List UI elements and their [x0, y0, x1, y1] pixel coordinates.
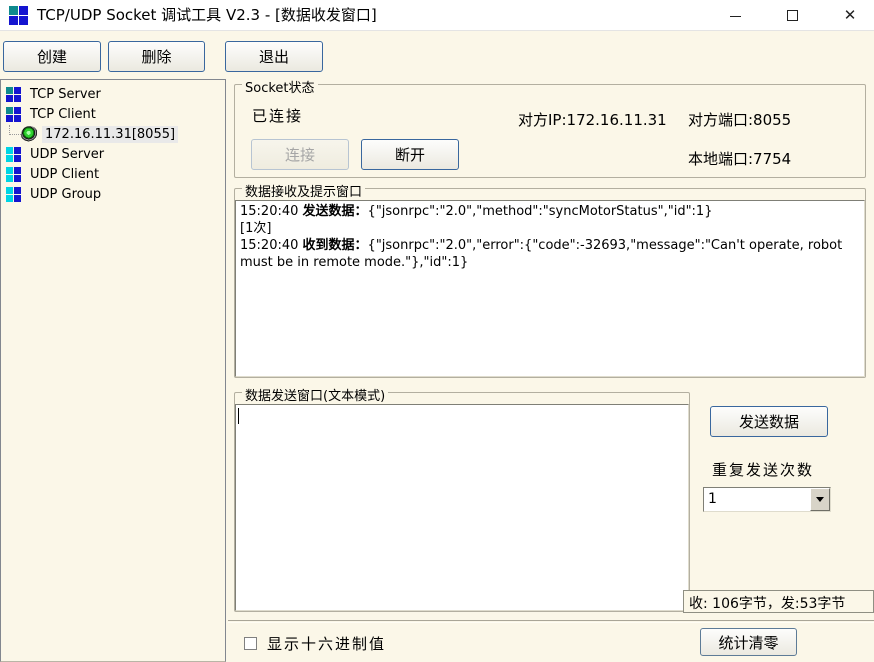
tree-item-udp-group[interactable]: UDP Group [1, 184, 225, 204]
reset-stats-button[interactable]: 统计清零 [700, 628, 797, 656]
send-group: 数据发送窗口(文本模式) [234, 392, 690, 612]
connected-socket-icon [21, 126, 38, 143]
socket-tree: TCP Server TCP Client 172.16.11.31[8055]… [0, 79, 226, 662]
socket-status-group: Socket状态 已连接 对方IP:172.16.11.31 对方端口:8055… [234, 84, 866, 178]
repeat-count-value: 1 [704, 488, 810, 511]
hex-display-label: 显示十六进制值 [267, 633, 386, 654]
receive-log[interactable]: 15:20:40 发送数据：{"jsonrpc":"2.0","method":… [235, 200, 865, 377]
log-line: 15:20:40 发送数据：{"jsonrpc":"2.0","method":… [240, 203, 860, 220]
tree-item-udp-client[interactable]: UDP Client [1, 164, 225, 184]
connect-button[interactable]: 连接 [251, 139, 349, 170]
socket-tool-window: { "colors": { "bg": "#fbf7e8", "accent":… [0, 0, 874, 662]
repeat-count-label: 重复发送次数 [712, 459, 814, 480]
receive-group-title: 数据接收及提示窗口 [242, 181, 365, 200]
tree-branch-connector [9, 125, 21, 135]
send-group-title: 数据发送窗口(文本模式) [242, 385, 388, 404]
chevron-down-icon [816, 497, 824, 502]
exit-button[interactable]: 退出 [225, 41, 323, 72]
disconnect-button[interactable]: 断开 [361, 139, 459, 170]
connection-label: 172.16.11.31[8055] [42, 126, 178, 143]
tcp-server-icon [6, 87, 21, 102]
minimize-icon [730, 16, 741, 17]
hex-display-checkbox[interactable] [244, 637, 257, 650]
log-line: [1次] [240, 220, 860, 237]
delete-button[interactable]: 删除 [108, 41, 205, 72]
repeat-count-combobox[interactable]: 1 [703, 487, 831, 512]
udp-server-icon [6, 147, 21, 162]
log-line: 15:20:40 收到数据：{"jsonrpc":"2.0","error":{… [240, 237, 860, 271]
tcp-client-icon [6, 107, 21, 122]
tree-item-udp-server[interactable]: UDP Server [1, 144, 225, 164]
titlebar: TCP/UDP Socket 调试工具 V2.3 - [数据收发窗口] ✕ [0, 0, 874, 31]
close-button[interactable]: ✕ [827, 0, 873, 31]
create-button[interactable]: 创建 [3, 41, 101, 72]
byte-counter-status: 收: 106字节，发:53字节 [683, 590, 874, 613]
bottom-divider [228, 620, 874, 623]
minimize-button[interactable] [712, 0, 758, 31]
close-icon: ✕ [844, 8, 857, 23]
tree-item-tcp-server[interactable]: TCP Server [1, 84, 225, 104]
udp-client-icon [6, 167, 21, 182]
peer-ip-label: 对方IP:172.16.11.31 [518, 109, 667, 130]
maximize-button[interactable] [769, 0, 815, 31]
send-data-button[interactable]: 发送数据 [710, 406, 828, 437]
app-icon [9, 6, 28, 25]
maximize-icon [787, 10, 798, 21]
udp-group-icon [6, 187, 21, 202]
peer-port-label: 对方端口:8055 [688, 109, 791, 130]
tree-item-tcp-client[interactable]: TCP Client [1, 104, 225, 124]
socket-status-title: Socket状态 [242, 77, 318, 96]
combobox-dropdown-button[interactable] [810, 488, 830, 511]
text-caret [238, 408, 239, 424]
local-port-label: 本地端口:7754 [688, 148, 791, 169]
tree-item-connection[interactable]: 172.16.11.31[8055] [1, 124, 225, 144]
connection-state: 已连接 [252, 105, 303, 126]
send-input[interactable] [235, 404, 689, 611]
receive-group: 数据接收及提示窗口 15:20:40 发送数据：{"jsonrpc":"2.0"… [234, 188, 866, 378]
window-title: TCP/UDP Socket 调试工具 V2.3 - [数据收发窗口] [37, 0, 377, 31]
